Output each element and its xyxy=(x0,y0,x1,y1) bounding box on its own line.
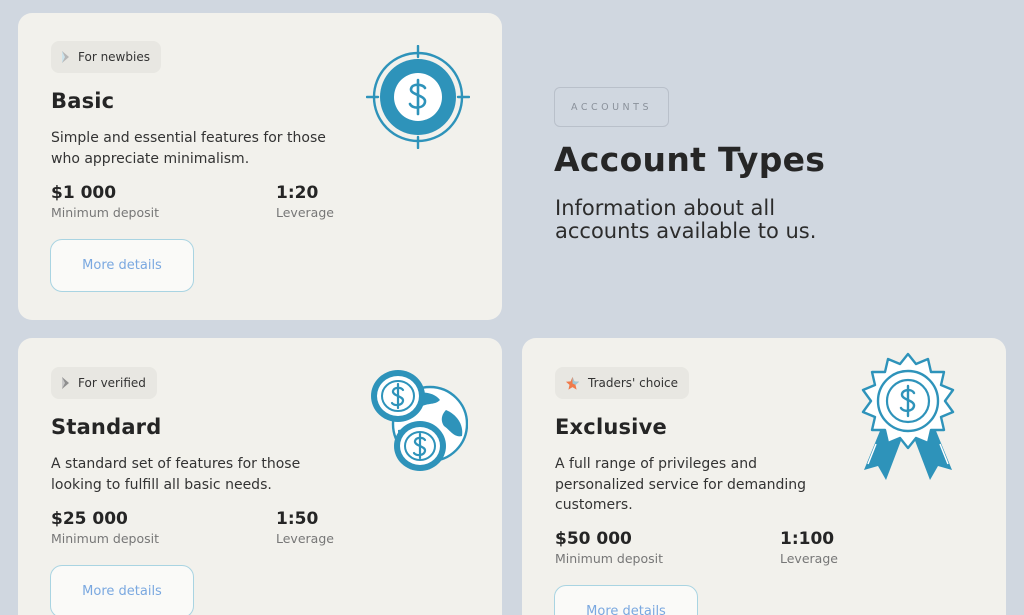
page-subtitle: Information about all accounts available… xyxy=(555,196,817,243)
min-deposit-value: $1 000 xyxy=(51,183,117,203)
account-description: A standard set of features for those loo… xyxy=(51,456,301,493)
arrow-play-icon xyxy=(62,377,69,389)
coins-globe-icon xyxy=(371,370,468,471)
account-badge: For verified xyxy=(51,367,157,399)
min-deposit-label: Minimum deposit xyxy=(51,531,159,546)
account-description: Simple and essential features for those … xyxy=(51,130,326,167)
leverage-label: Leverage xyxy=(780,551,838,566)
min-deposit-label: Minimum deposit xyxy=(51,205,159,220)
more-details-button[interactable]: More details xyxy=(50,239,194,292)
account-card-exclusive: Traders' choice Exclusive A full range o… xyxy=(522,338,1006,615)
min-deposit-label: Minimum deposit xyxy=(555,551,663,566)
account-title: Basic xyxy=(51,89,115,113)
account-title: Exclusive xyxy=(555,415,667,439)
leverage-value: 1:20 xyxy=(276,183,319,203)
dollar-coin-target-icon xyxy=(366,45,470,149)
leverage-label: Leverage xyxy=(276,531,334,546)
account-badge: For newbies xyxy=(51,41,161,73)
account-card-basic: For newbies Basic Simple and essential f… xyxy=(18,13,502,320)
leverage-value: 1:50 xyxy=(276,509,319,529)
min-deposit-value: $50 000 xyxy=(555,529,632,549)
star-icon xyxy=(565,376,580,390)
account-badge-label: For newbies xyxy=(78,50,150,64)
more-details-button[interactable]: More details xyxy=(554,585,698,615)
account-title: Standard xyxy=(51,415,162,439)
page-title: Account Types xyxy=(554,140,826,179)
arrow-play-icon xyxy=(62,51,69,63)
section-tag: ACCOUNTS xyxy=(554,87,669,127)
dollar-award-ribbon-icon xyxy=(861,352,955,480)
account-description: A full range of privileges and personali… xyxy=(555,456,807,513)
min-deposit-value: $25 000 xyxy=(51,509,128,529)
leverage-value: 1:100 xyxy=(780,529,835,549)
account-badge: Traders' choice xyxy=(555,367,690,399)
leverage-label: Leverage xyxy=(276,205,334,220)
account-badge-label: Traders' choice xyxy=(588,376,679,390)
account-badge-label: For verified xyxy=(78,376,146,390)
account-card-standard: For verified Standard A standard set of … xyxy=(18,338,502,615)
more-details-button[interactable]: More details xyxy=(50,565,194,615)
